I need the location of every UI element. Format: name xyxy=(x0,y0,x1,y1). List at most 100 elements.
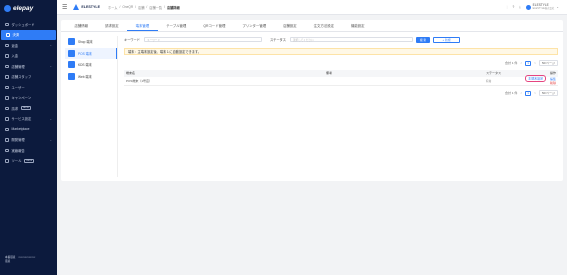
sidebar-item-9[interactable]: サービス設定 ⌄ xyxy=(0,114,57,125)
pagination-top: 合計 1 件 < 1 > 50/ページ xyxy=(124,60,558,66)
breadcrumb-store-list[interactable]: 店舗一覧 xyxy=(149,5,162,10)
set-primary-button[interactable]: 主端末設定 xyxy=(525,75,547,83)
user-icon xyxy=(5,85,9,89)
tab-bar: 店舗情報 請求設定 端末管理 テーブル管理 QRコード管理 プリンター管理 店舗設定 注文方法… xyxy=(61,20,563,32)
terminal-type-label: KDS 端末 xyxy=(78,63,92,68)
tab-7[interactable]: 注文方法設定 xyxy=(305,20,342,31)
brand-name: ELESTYLE xyxy=(81,5,100,9)
user-company: ELESTYLE株式会社 xyxy=(532,7,555,10)
terminal-icon xyxy=(68,61,75,69)
terminal-type-item[interactable]: POS 端末 xyxy=(65,47,117,59)
delete-button[interactable]: 削除 xyxy=(550,81,556,85)
sidebar-item-label: 店舗管理 xyxy=(11,64,25,69)
terminal-icon xyxy=(68,38,75,46)
invoice-icon xyxy=(5,106,9,110)
app-logo[interactable]: elepay xyxy=(0,0,57,16)
tool-icon xyxy=(5,159,9,163)
sidebar-item-8[interactable]: 請求 BETA xyxy=(0,103,57,114)
terminal-icon xyxy=(68,49,75,57)
status-label: ステータス xyxy=(270,38,286,42)
sidebar: elepay ダッシュボード決済返金 ⌄ 入金店舗管理 ⌄ 店舗スタッフ ユーザーキャンペ… xyxy=(0,0,57,275)
sidebar-item-label: 実績報告 xyxy=(11,148,25,153)
sidebar-item-0[interactable]: ダッシュボード xyxy=(0,19,57,30)
brand: ELESTYLE xyxy=(73,4,100,10)
add-terminal-button[interactable]: + 新規 xyxy=(433,36,460,43)
next-page-button[interactable]: > xyxy=(534,91,536,95)
sidebar-item-12[interactable]: 実績報告 xyxy=(0,145,57,156)
tab-6[interactable]: 店舗設定 xyxy=(275,20,306,31)
breadcrumb-store[interactable]: 店舗 xyxy=(138,5,144,10)
sidebar-item-7[interactable]: キャンペーン xyxy=(0,93,57,104)
sidebar-item-label: 決済 xyxy=(12,33,20,38)
sidebar-item-13[interactable]: ツール BETA xyxy=(0,156,57,167)
table-row: POS端末（1号店） 有効 主端末設定 編集 削除 xyxy=(124,75,558,86)
sidebar-item-6[interactable]: ユーザー xyxy=(0,82,57,93)
tab-5[interactable]: プリンター管理 xyxy=(234,20,275,31)
terminal-icon xyxy=(68,72,75,80)
search-button[interactable]: 検 索 xyxy=(416,36,430,43)
elepay-logo-icon xyxy=(4,4,11,12)
tab-1[interactable]: 請求設定 xyxy=(97,20,128,31)
terminal-type-label: POS 端末 xyxy=(78,51,92,56)
user-menu[interactable]: ELESTYLE ELESTYLE株式会社 ⌄ xyxy=(525,3,559,11)
sidebar-item-label: 店舗スタッフ xyxy=(11,75,32,80)
sidebar-item-2[interactable]: 返金 ⌄ xyxy=(0,40,57,51)
sidebar-item-10[interactable]: Marketplace xyxy=(0,124,57,135)
top-bar: ☰ ELESTYLE ホーム / OneQR / 店舗 / 店舗一覧 / 店舗詳細 | … xyxy=(57,0,567,15)
notice-banner: 端末：主端末設定後、端末１に自動設定できます。 xyxy=(124,48,558,55)
tab-2[interactable]: 端末管理 xyxy=(127,20,158,31)
tab-3[interactable]: テーブル管理 xyxy=(158,20,195,31)
prev-page-button[interactable]: < xyxy=(520,91,522,95)
terminal-type-item[interactable]: KDS 端末 xyxy=(65,59,117,71)
tab-0[interactable]: 店舗情報 xyxy=(66,20,97,31)
marketplace-icon xyxy=(5,127,9,131)
keyword-input[interactable]: キーワード xyxy=(144,36,262,43)
brand-logo-icon xyxy=(73,4,80,10)
status-select[interactable]: 選択してください xyxy=(290,36,413,43)
sidebar-nav: ダッシュボード 決済 返金 ⌄ 入金 店舗管理 ⌄ 店舗スタッフ ユーザー キャンペーン 請求 BET… xyxy=(0,19,57,166)
help-icon[interactable]: ? xyxy=(512,5,514,9)
report-icon xyxy=(5,148,9,152)
next-page-button[interactable]: > xyxy=(534,61,536,65)
download-icon[interactable]: ⤓ xyxy=(519,5,520,9)
environment-info: 本番環境 環境 xxxxxxxxxxxxx xyxy=(5,256,35,263)
page-size-select[interactable]: 50/ページ xyxy=(538,60,558,66)
total-count: 合計 1 件 xyxy=(505,61,518,65)
pagination-bottom: 合計 1 件 < 1 > 50/ページ xyxy=(124,90,558,96)
sidebar-item-label: サービス設定 xyxy=(11,117,32,122)
chevron-down-icon: ⌄ xyxy=(49,64,52,69)
sidebar-item-5[interactable]: 店舗スタッフ xyxy=(0,72,57,83)
sidebar-item-4[interactable]: 店舗管理 ⌄ xyxy=(0,61,57,72)
sidebar-item-1[interactable]: 決済 xyxy=(1,29,56,40)
breadcrumb-current: 店舗詳細 xyxy=(166,5,180,10)
status-badge: 有効 xyxy=(484,76,518,86)
sidebar-item-11[interactable]: 開発管理 ⌄ xyxy=(0,135,57,146)
page-size-select[interactable]: 50/ページ xyxy=(538,90,558,96)
terminal-name: POS端末（1号店） xyxy=(124,76,324,86)
breadcrumb: ホーム / OneQR / 店舗 / 店舗一覧 / 店舗詳細 xyxy=(107,4,180,10)
breadcrumb-home[interactable]: ホーム xyxy=(108,5,117,10)
staff-icon xyxy=(5,75,9,79)
page-number[interactable]: 1 xyxy=(525,90,532,96)
chevron-down-icon: ⌄ xyxy=(556,5,559,9)
menu-icon[interactable]: ☰ xyxy=(62,4,67,11)
sidebar-item-label: ツール xyxy=(11,159,22,164)
top-right-actions: | ? ⤓ ELESTYLE ELESTYLE株式会社 ⌄ xyxy=(507,3,559,11)
beta-badge: BETA xyxy=(21,106,31,111)
page-number[interactable]: 1 xyxy=(525,60,532,66)
terminal-type-item[interactable]: Shop 端末 xyxy=(65,36,117,48)
tab-4[interactable]: QRコード管理 xyxy=(195,20,234,31)
terminal-type-item[interactable]: Web 端末 xyxy=(65,71,117,83)
row-actions: 主端末設定 編集 削除 xyxy=(518,75,558,86)
sidebar-item-label: 請求 xyxy=(11,106,19,111)
content-card: 店舗情報 請求設定 端末管理 テーブル管理 QRコード管理 プリンター管理 店舗設定 注文方法… xyxy=(61,20,563,181)
sidebar-item-label: ユーザー xyxy=(11,85,25,90)
dashboard-icon xyxy=(5,22,9,26)
terminal-table: 端末名 備考 ステータス 操作 POS端末（1号店） 有効 主端末設定 編集 削… xyxy=(124,70,558,86)
tab-8[interactable]: 機能設定 xyxy=(343,20,374,31)
environment-value: xxxxxxxxxxxxx xyxy=(18,256,36,259)
sidebar-item-label: 開発管理 xyxy=(11,138,25,143)
sidebar-item-3[interactable]: 入金 xyxy=(0,51,57,62)
prev-page-button[interactable]: < xyxy=(520,61,522,65)
breadcrumb-oneqr[interactable]: OneQR xyxy=(122,5,133,10)
